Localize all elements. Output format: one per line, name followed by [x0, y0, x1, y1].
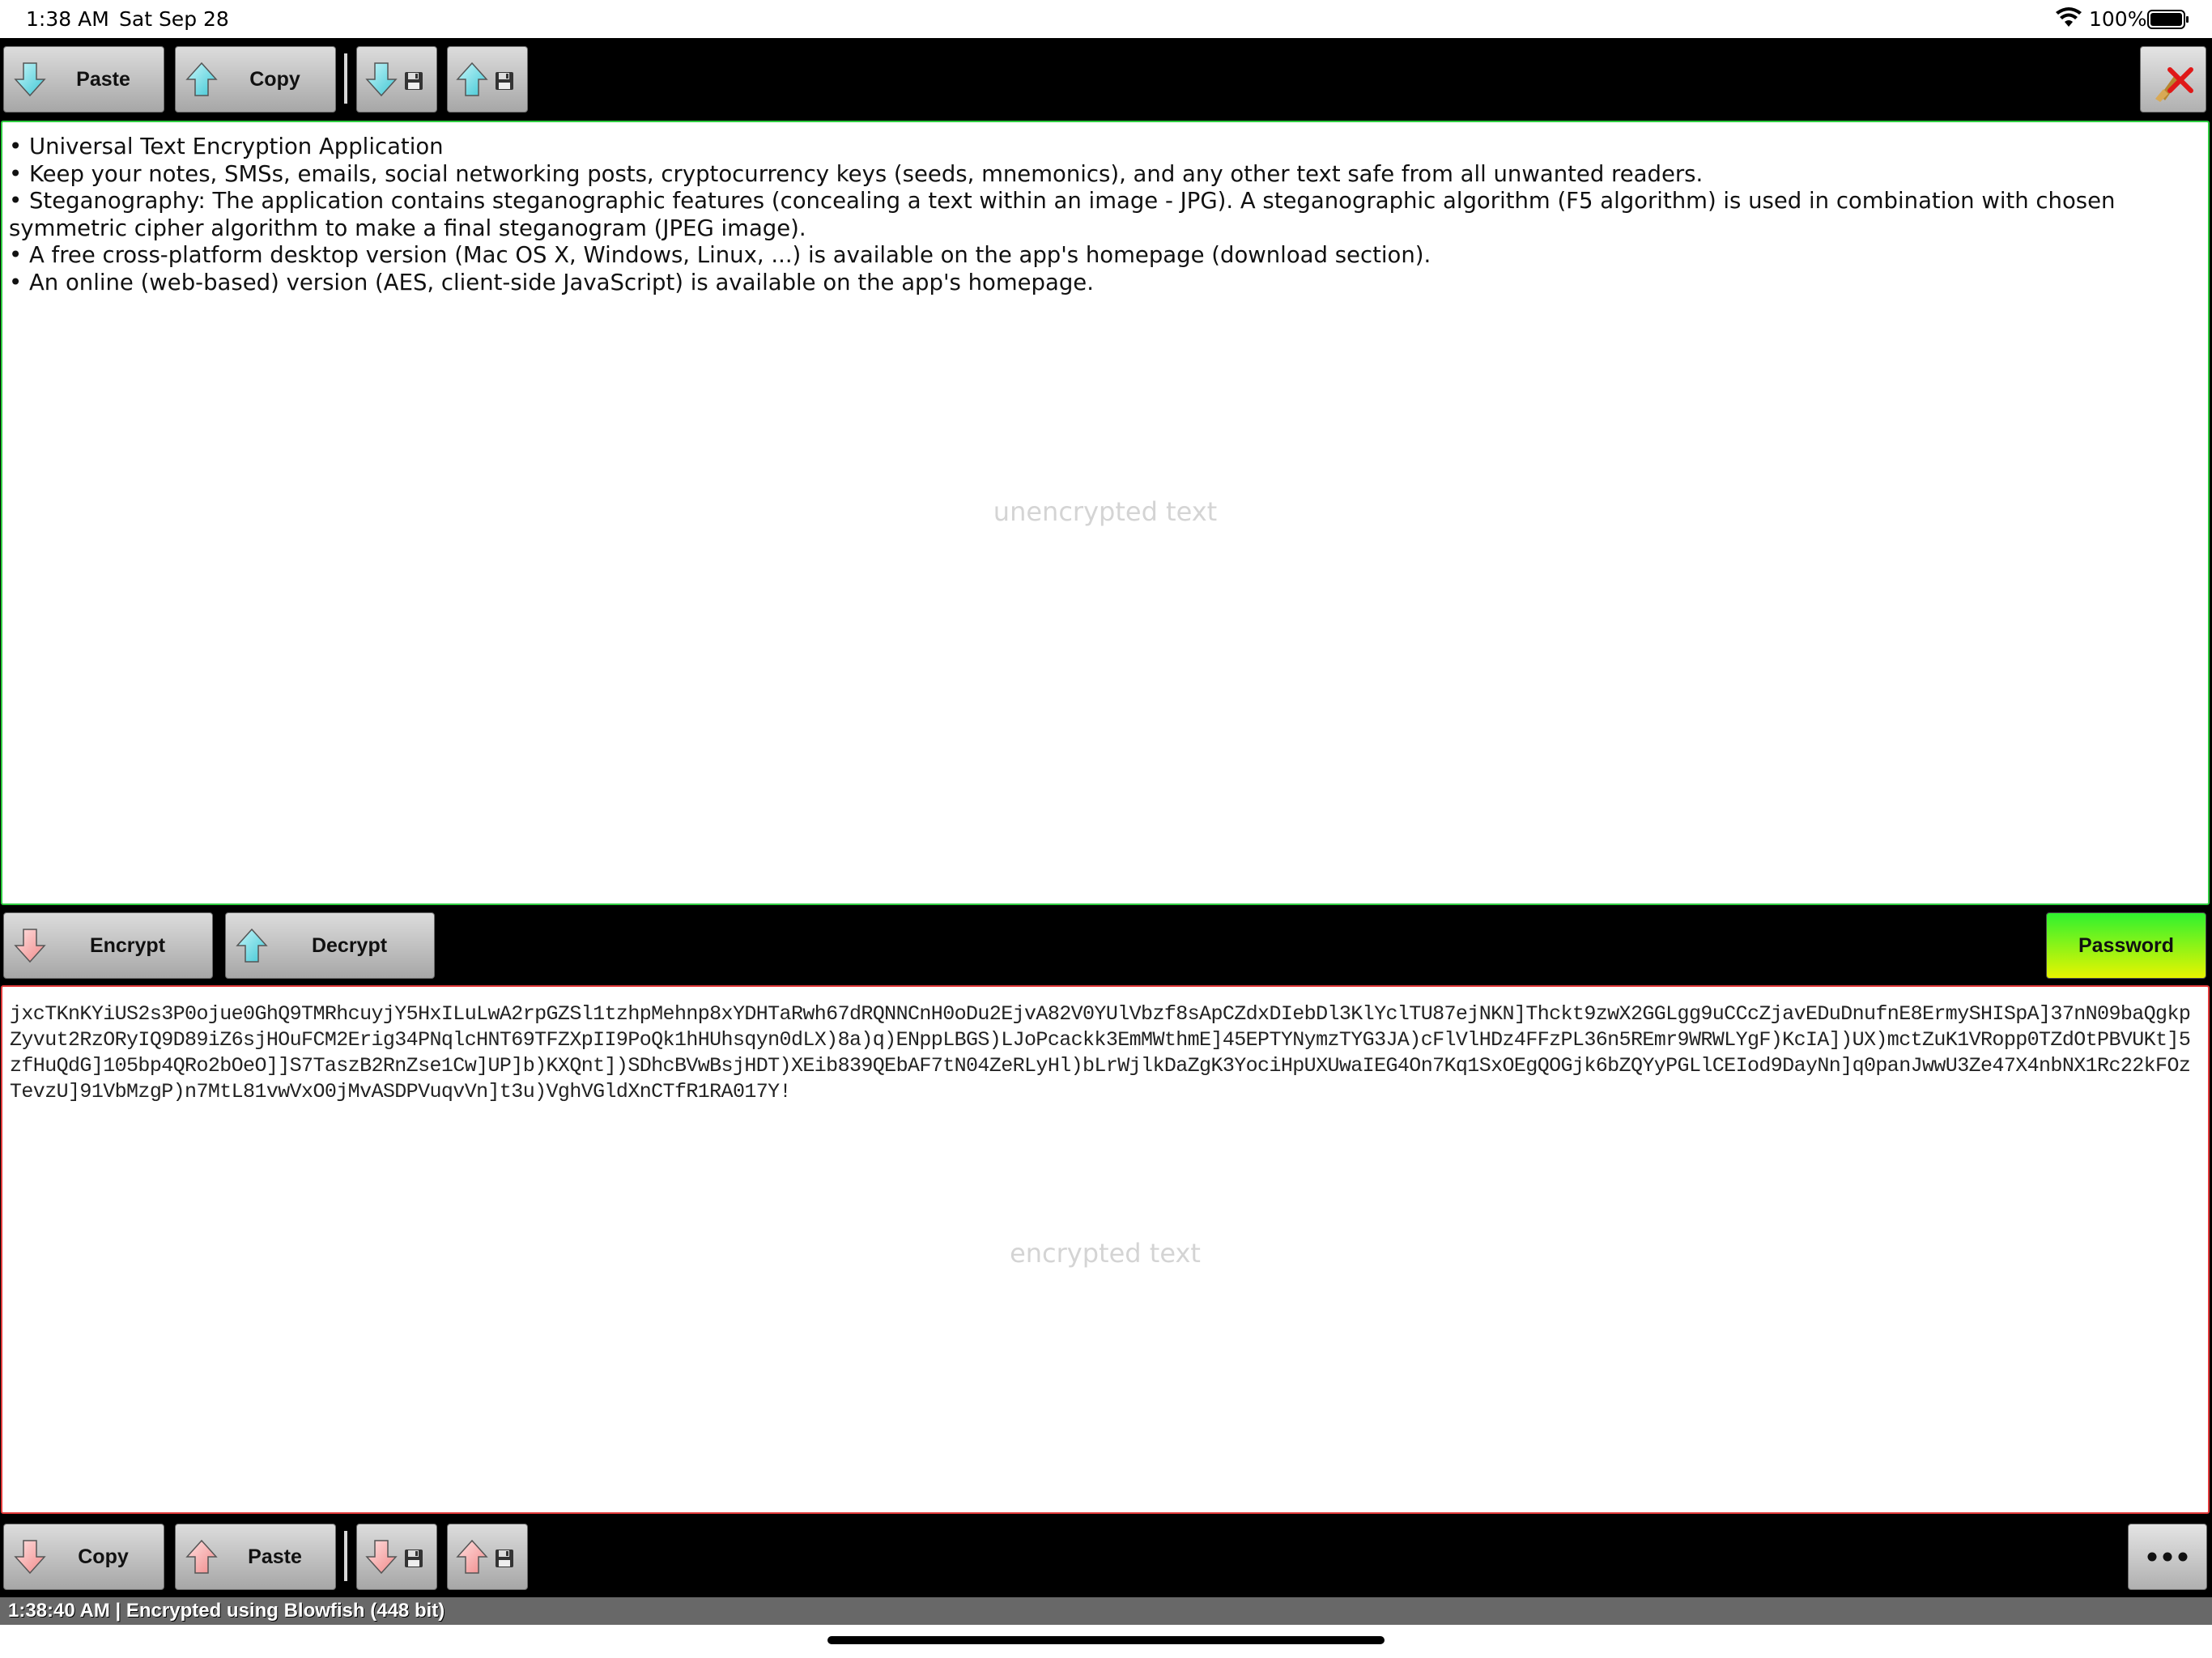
paste-cipher-button[interactable]: Paste [175, 1524, 336, 1590]
ellipsis-icon [2147, 1552, 2188, 1562]
up-arrow-icon [185, 62, 218, 97]
home-indicator[interactable] [827, 1636, 1385, 1644]
more-options-button[interactable] [2128, 1524, 2207, 1590]
load-plain-from-file-button[interactable] [356, 46, 437, 113]
paste-plain-button[interactable]: Paste [3, 46, 164, 113]
plain-line: • A free cross-platform desktop version … [9, 242, 1431, 268]
encrypted-text-area[interactable]: jxcTKnKYiUS2s3P0ojue0GhQ9TMRhcuyjY5HxILu… [1, 985, 2210, 1514]
encrypt-button[interactable]: Encrypt [3, 912, 213, 979]
unencrypted-text-area[interactable]: • Universal Text Encryption Application … [1, 121, 2210, 905]
status-line: 1:38:40 AM | Encrypted using Blowfish (4… [0, 1597, 2212, 1625]
unencrypted-text-content: • Universal Text Encryption Application … [9, 134, 2201, 296]
plain-line: • Universal Text Encryption Application [9, 134, 444, 159]
down-arrow-icon [14, 928, 46, 963]
clear-button[interactable] [2140, 46, 2206, 113]
encrypted-text-content: jxcTKnKYiUS2s3P0ojue0GhQ9TMRhcuyjY5HxILu… [10, 1002, 2191, 1103]
up-arrow-icon [236, 928, 268, 963]
floppy-disk-icon [495, 1549, 514, 1568]
up-arrow-icon [456, 1539, 488, 1575]
save-cipher-to-file-button[interactable] [447, 1524, 528, 1590]
plain-line: • Keep your notes, SMSs, emails, social … [9, 160, 1704, 187]
down-arrow-icon [365, 62, 398, 97]
password-button[interactable]: Password [2046, 912, 2206, 979]
broom-clear-icon [2155, 67, 2193, 102]
copy-plain-button[interactable]: Copy [175, 46, 336, 113]
status-time: 1:38 AM [26, 7, 109, 31]
save-plain-to-file-button[interactable] [447, 46, 528, 113]
status-date: Sat Sep 28 [119, 7, 229, 31]
up-arrow-icon [456, 62, 488, 97]
status-message: 1:38:40 AM | Encrypted using Blowfish (4… [8, 1600, 445, 1622]
floppy-disk-icon [404, 71, 423, 91]
down-arrow-icon [365, 1539, 398, 1575]
copy-cipher-button[interactable]: Copy [3, 1524, 164, 1590]
toolbar-divider [344, 53, 347, 104]
floppy-disk-icon [404, 1549, 423, 1568]
battery-percent: 100% [2089, 7, 2147, 31]
unencrypted-placeholder: unencrypted text [993, 496, 1218, 527]
plain-line: • Steganography: The application contain… [9, 188, 2116, 241]
load-cipher-from-file-button[interactable] [356, 1524, 437, 1590]
decrypt-button[interactable]: Decrypt [225, 912, 435, 979]
battery-icon [2147, 10, 2189, 29]
wifi-icon [2056, 7, 2082, 27]
encrypted-placeholder: encrypted text [1010, 1238, 1201, 1269]
up-arrow-icon [185, 1539, 218, 1575]
ios-status-bar: 1:38 AM Sat Sep 28 100% [0, 0, 2212, 38]
toolbar-divider [344, 1531, 347, 1581]
down-arrow-icon [14, 1539, 46, 1575]
plain-line: • An online (web-based) version (AES, cl… [9, 269, 1094, 295]
down-arrow-icon [14, 62, 46, 97]
floppy-disk-icon [495, 71, 514, 91]
